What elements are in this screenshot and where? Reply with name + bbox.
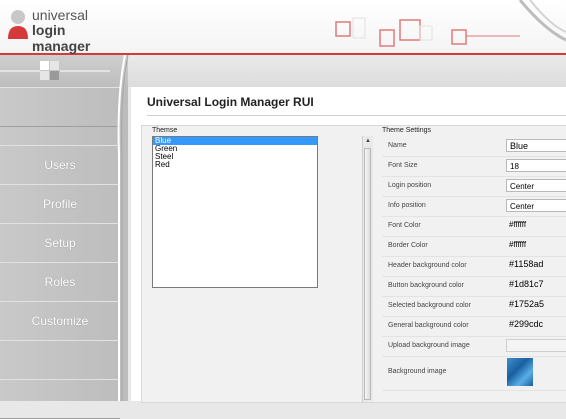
setting-row-login-position: Login position Center bbox=[382, 176, 566, 197]
sidebar-item-blank-2 bbox=[0, 379, 120, 419]
sidebar-curve bbox=[117, 55, 129, 401]
setting-row-font-color: Font Color #ffffff bbox=[382, 216, 566, 237]
setting-label: General background color bbox=[388, 322, 469, 329]
setting-label: Button background color bbox=[388, 282, 464, 289]
setting-row-header-bg: Header background color #1158ad bbox=[382, 256, 566, 277]
setting-row-upload-bg: Upload background image bbox=[382, 336, 566, 357]
setting-row-bg-image: Background image bbox=[382, 356, 566, 391]
theme-option-blue[interactable]: Blue bbox=[153, 137, 317, 145]
settings-caption: Theme Settings bbox=[382, 127, 432, 134]
scroll-up-icon[interactable]: ▲ bbox=[365, 138, 371, 144]
setting-label: Font Color bbox=[388, 222, 421, 229]
brand-line2: login manager bbox=[32, 22, 91, 54]
header-bg-color-field[interactable]: #1158ad bbox=[506, 258, 566, 271]
title-divider bbox=[147, 115, 566, 116]
setting-row-info-position: Info position Center bbox=[382, 196, 566, 217]
themes-caption: Themse bbox=[152, 127, 178, 134]
band-decor-icon bbox=[0, 61, 110, 80]
upload-bg-image-field[interactable] bbox=[506, 339, 566, 352]
theme-option-steel[interactable]: Steel bbox=[153, 153, 317, 161]
sidebar-item-blank-top bbox=[0, 87, 120, 127]
selected-bg-color-field[interactable]: #1752a5 bbox=[506, 298, 566, 311]
setting-label: Login position bbox=[388, 182, 432, 189]
setting-label: Border Color bbox=[388, 242, 428, 249]
setting-row-button-bg: Button background color #1d81c7 bbox=[382, 276, 566, 297]
font-size-field[interactable]: 18 bbox=[506, 159, 566, 172]
setting-label: Info position bbox=[388, 202, 426, 209]
info-position-select[interactable]: Center bbox=[506, 199, 566, 212]
themes-listbox[interactable]: Blue Green Steel Red bbox=[152, 136, 318, 288]
bullet-icon bbox=[124, 99, 128, 103]
sidebar-item-profile[interactable]: Profile bbox=[0, 184, 120, 224]
login-position-select[interactable]: Center bbox=[506, 179, 566, 192]
button-bg-color-field[interactable]: #1d81c7 bbox=[506, 278, 566, 291]
main-content: Universal Login Manager RUI Themse Blue … bbox=[131, 87, 566, 403]
setting-row-name: Name Blue bbox=[382, 136, 566, 157]
background-image-thumbnail bbox=[507, 358, 533, 386]
sidebar-item-blank-1 bbox=[0, 340, 120, 380]
setting-row-border-color: Border Color #ffffff bbox=[382, 236, 566, 257]
brand-line1: universal bbox=[32, 7, 89, 23]
scrollbar-thumb[interactable] bbox=[364, 148, 371, 400]
sidebar-item-customize[interactable]: Customize bbox=[0, 301, 120, 341]
setting-label: Selected background color bbox=[388, 302, 471, 309]
sidebar-item-users[interactable]: Users bbox=[0, 145, 120, 185]
user-logo-icon bbox=[8, 10, 28, 39]
theme-settings: Name Blue Font Size 18 Login position Ce… bbox=[382, 136, 566, 402]
sidebar-item-setup[interactable]: Setup bbox=[0, 223, 120, 263]
font-color-field[interactable]: #ffffff bbox=[506, 218, 566, 231]
theme-option-red[interactable]: Red bbox=[153, 161, 317, 169]
logo: universal login manager bbox=[7, 7, 127, 54]
setting-row-general-bg: General background color #299cdc bbox=[382, 316, 566, 337]
vertical-scrollbar[interactable]: ▲ bbox=[362, 136, 373, 402]
band-right-panel bbox=[128, 55, 566, 87]
border-color-field[interactable]: #ffffff bbox=[506, 238, 566, 251]
sidebar: Users Profile Setup Roles Customize bbox=[0, 87, 128, 419]
setting-row-selected-bg: Selected background color #1752a5 bbox=[382, 296, 566, 317]
decorative-squares bbox=[335, 0, 566, 47]
setting-label: Font Size bbox=[388, 162, 418, 169]
setting-label: Header background color bbox=[388, 262, 467, 269]
setting-label: Background image bbox=[388, 368, 447, 375]
sidebar-item-roles[interactable]: Roles bbox=[0, 262, 120, 302]
page-title: Universal Login Manager RUI bbox=[147, 95, 314, 109]
setting-label: Name bbox=[388, 142, 407, 149]
setting-row-font-size: Font Size 18 bbox=[382, 156, 566, 177]
theme-name-field[interactable]: Blue bbox=[506, 139, 566, 152]
setting-label: Upload background image bbox=[388, 342, 470, 349]
theme-panel: Themse Blue Green Steel Red ▲ Theme Sett… bbox=[141, 125, 566, 403]
general-bg-color-field[interactable]: #299cdc bbox=[506, 318, 566, 331]
theme-option-green[interactable]: Green bbox=[153, 145, 317, 153]
app-header: universal login manager bbox=[0, 0, 566, 55]
